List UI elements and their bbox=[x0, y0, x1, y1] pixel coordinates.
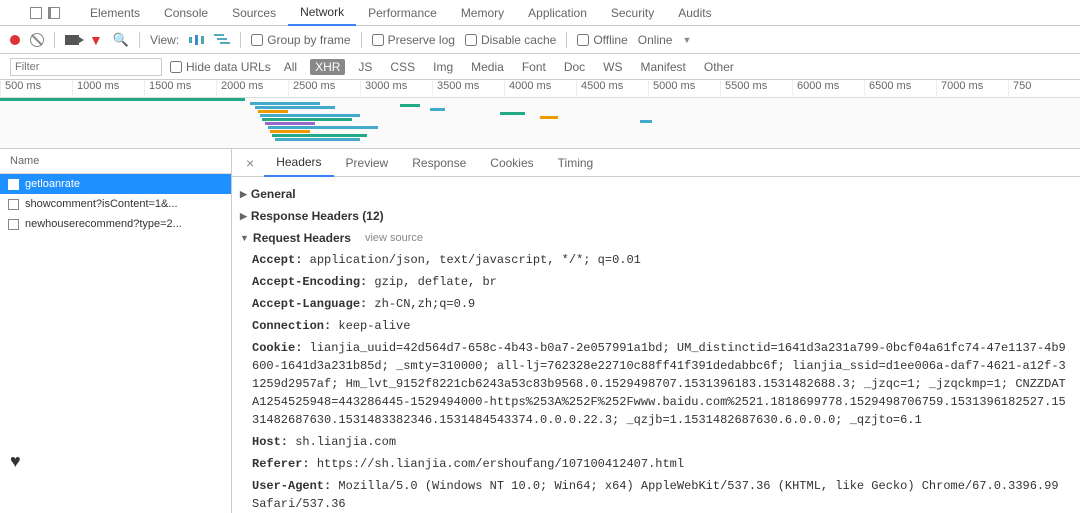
tab-memory[interactable]: Memory bbox=[449, 1, 516, 25]
filter-doc[interactable]: Doc bbox=[559, 59, 590, 75]
header-line: Referer: https://sh.lianjia.com/ershoufa… bbox=[240, 453, 1072, 475]
clear-icon[interactable] bbox=[30, 33, 44, 47]
chevron-down-icon[interactable]: ▼ bbox=[682, 35, 691, 45]
tab-response[interactable]: Response bbox=[400, 150, 478, 176]
tab-network[interactable]: Network bbox=[288, 0, 356, 26]
header-line: Cookie: lianjia_uuid=42d564d7-658c-4b43-… bbox=[240, 337, 1072, 431]
device-icon[interactable] bbox=[48, 7, 60, 19]
request-headers-section[interactable]: ▼Request Headersview source bbox=[240, 227, 1072, 249]
time-ruler: 500 ms1000 ms1500 ms2000 ms2500 ms3000 m… bbox=[0, 80, 1080, 98]
tab-console[interactable]: Console bbox=[152, 1, 220, 25]
filter-ws[interactable]: WS bbox=[598, 59, 627, 75]
name-column-header[interactable]: Name bbox=[0, 149, 231, 174]
tab-sources[interactable]: Sources bbox=[220, 1, 288, 25]
tab-cookies[interactable]: Cookies bbox=[478, 150, 545, 176]
record-icon[interactable] bbox=[10, 35, 20, 45]
request-row[interactable]: getloanrate bbox=[0, 174, 231, 194]
tab-audits[interactable]: Audits bbox=[666, 1, 723, 25]
filter-row: Hide data URLs All XHR JS CSS Img Media … bbox=[0, 54, 1080, 80]
tab-elements[interactable]: Elements bbox=[78, 1, 152, 25]
request-row[interactable]: showcomment?isContent=1&... bbox=[0, 194, 231, 214]
timeline-chart[interactable] bbox=[0, 98, 1080, 148]
headers-content: ▶General ▶Response Headers (12) ▼Request… bbox=[232, 177, 1080, 513]
inspect-icon[interactable] bbox=[30, 7, 42, 19]
header-line: Connection: keep-alive bbox=[240, 315, 1072, 337]
offline-checkbox[interactable]: Offline bbox=[577, 33, 627, 47]
filter-all[interactable]: All bbox=[279, 59, 302, 75]
filter-other[interactable]: Other bbox=[699, 59, 739, 75]
response-headers-section[interactable]: ▶Response Headers (12) bbox=[240, 205, 1072, 227]
waterfall-icon[interactable] bbox=[214, 34, 230, 46]
filter-media[interactable]: Media bbox=[466, 59, 509, 75]
request-list: Name getloanrate showcomment?isContent=1… bbox=[0, 149, 232, 513]
tab-preview[interactable]: Preview bbox=[334, 150, 401, 176]
filter-input[interactable] bbox=[10, 58, 162, 76]
header-line: User-Agent: Mozilla/5.0 (Windows NT 10.0… bbox=[240, 475, 1072, 513]
filter-icon[interactable]: ▼ bbox=[89, 32, 103, 48]
filter-css[interactable]: CSS bbox=[385, 59, 420, 75]
tab-timing[interactable]: Timing bbox=[546, 150, 606, 176]
main-tabs: Elements Console Sources Network Perform… bbox=[0, 0, 1080, 26]
tab-security[interactable]: Security bbox=[599, 1, 666, 25]
filter-img[interactable]: Img bbox=[428, 59, 458, 75]
disable-cache-checkbox[interactable]: Disable cache bbox=[465, 33, 556, 47]
group-by-frame-checkbox[interactable]: Group by frame bbox=[251, 33, 350, 47]
timeline[interactable]: 500 ms1000 ms1500 ms2000 ms2500 ms3000 m… bbox=[0, 80, 1080, 149]
header-line: Host: sh.lianjia.com bbox=[240, 431, 1072, 453]
heart-icon[interactable]: ♥ bbox=[10, 451, 21, 472]
hide-data-urls-checkbox[interactable]: Hide data URLs bbox=[170, 60, 271, 74]
online-select[interactable]: Online bbox=[638, 33, 673, 47]
general-section[interactable]: ▶General bbox=[240, 183, 1072, 205]
tab-application[interactable]: Application bbox=[516, 1, 599, 25]
detail-tabs: × Headers Preview Response Cookies Timin… bbox=[232, 149, 1080, 177]
search-icon[interactable]: 🔍 bbox=[113, 32, 129, 48]
header-line: Accept: application/json, text/javascrip… bbox=[240, 249, 1072, 271]
request-detail: × Headers Preview Response Cookies Timin… bbox=[232, 149, 1080, 513]
request-row[interactable]: newhouserecommend?type=2... bbox=[0, 214, 231, 234]
view-source-link[interactable]: view source bbox=[365, 232, 423, 244]
tab-performance[interactable]: Performance bbox=[356, 1, 449, 25]
dock-controls[interactable] bbox=[30, 7, 60, 19]
filter-js[interactable]: JS bbox=[353, 59, 377, 75]
preserve-log-checkbox[interactable]: Preserve log bbox=[372, 33, 455, 47]
network-toolbar: ▼ 🔍 View: Group by frame Preserve log Di… bbox=[0, 26, 1080, 54]
header-line: Accept-Encoding: gzip, deflate, br bbox=[240, 271, 1072, 293]
filter-font[interactable]: Font bbox=[517, 59, 551, 75]
view-label: View: bbox=[150, 33, 179, 47]
camera-icon[interactable] bbox=[65, 35, 79, 45]
close-icon[interactable]: × bbox=[236, 155, 264, 171]
filter-xhr[interactable]: XHR bbox=[310, 59, 345, 75]
filter-manifest[interactable]: Manifest bbox=[636, 59, 691, 75]
large-rows-icon[interactable] bbox=[189, 35, 204, 45]
tab-headers[interactable]: Headers bbox=[264, 149, 333, 177]
header-line: Accept-Language: zh-CN,zh;q=0.9 bbox=[240, 293, 1072, 315]
